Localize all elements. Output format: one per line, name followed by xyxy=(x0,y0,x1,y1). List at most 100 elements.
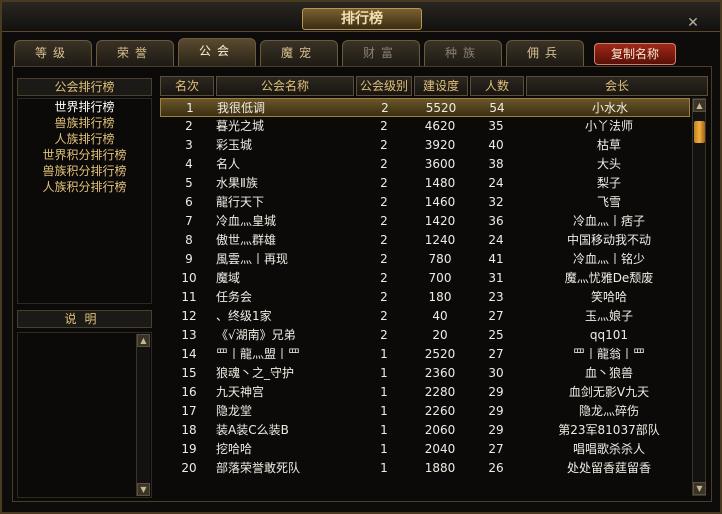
scroll-down-icon[interactable]: ▼ xyxy=(693,482,706,495)
table-row[interactable]: 13 《√湖南》兄弟 2 20 25 qq101 xyxy=(160,326,690,345)
build-cell: 2260 xyxy=(424,404,456,418)
table-row[interactable]: 2 暮光之城 2 4620 35 小丫法师 xyxy=(160,117,690,136)
leader-cell: 小水水 xyxy=(591,101,628,115)
leader-cell: qq101 xyxy=(589,328,629,342)
members-cell: 54 xyxy=(489,101,505,115)
sidebar-item-beast[interactable]: 兽族排行榜 xyxy=(18,115,151,131)
tab-pet[interactable]: 魔宠 xyxy=(260,40,338,66)
build-cell: 700 xyxy=(428,271,452,285)
table-row[interactable]: 14 罒丨龍灬盟丨罒 1 2520 27 罒丨龍翁丨罒 xyxy=(160,345,690,364)
table-row[interactable]: 8 傲世灬群雄 2 1240 24 中国移动我不动 xyxy=(160,231,690,250)
table-row[interactable]: 12 、终级1家 2 40 27 玉灬娘子 xyxy=(160,307,690,326)
guild-level-cell: 2 xyxy=(380,214,388,228)
tab-level[interactable]: 等级 xyxy=(14,40,92,66)
table-row[interactable]: 9 風雲灬丨再现 2 780 41 冷血灬丨铭少 xyxy=(160,250,690,269)
tab-honor[interactable]: 荣誉 xyxy=(96,40,174,66)
table-row[interactable]: 11 任务会 2 180 23 笑哈哈 xyxy=(160,288,690,307)
guild-name-cell: 罒丨龍灬盟丨罒 xyxy=(216,347,301,361)
leader-cell: 隐龙灬碎伤 xyxy=(578,404,639,418)
leader-cell: 第23军81037部队 xyxy=(558,423,660,437)
table-row[interactable]: 5 水果Ⅱ族 2 1480 24 梨子 xyxy=(160,174,690,193)
guild-level-cell: 2 xyxy=(380,328,388,342)
tab-guild[interactable]: 公会 xyxy=(178,38,256,66)
column-header-rank[interactable]: 名次 xyxy=(160,76,214,96)
members-cell: 38 xyxy=(488,157,504,171)
guild-level-cell: 2 xyxy=(380,271,388,285)
guild-name-cell: 、终级1家 xyxy=(216,309,272,323)
guild-name-cell: 挖哈哈 xyxy=(216,442,253,456)
sidebar-item-human-points[interactable]: 人族积分排行榜 xyxy=(18,179,151,195)
table-row[interactable]: 20 部落荣誉敢死队 1 1880 26 处处留香莛留香 xyxy=(160,459,690,478)
rank-cell: 11 xyxy=(181,290,197,304)
guild-name-cell: 名人 xyxy=(216,157,241,171)
scroll-down-icon[interactable]: ▼ xyxy=(137,483,150,496)
build-cell: 1420 xyxy=(424,214,456,228)
leader-cell: 魔灬忧雅De颓废 xyxy=(564,271,654,285)
table-row[interactable]: 3 彩玉城 2 3920 40 枯草 xyxy=(160,136,690,155)
ranking-type-list: 世界排行榜 兽族排行榜 人族排行榜 世界积分排行榜 兽族积分排行榜 人族积分排行… xyxy=(17,98,152,304)
leader-cell: 冷血灬丨痞子 xyxy=(572,214,645,228)
sidebar-item-beast-points[interactable]: 兽族积分排行榜 xyxy=(18,163,151,179)
build-cell: 4620 xyxy=(424,119,456,133)
scroll-up-icon[interactable]: ▲ xyxy=(137,334,150,347)
guild-level-cell: 1 xyxy=(380,366,388,380)
column-header-leader[interactable]: 会长 xyxy=(526,76,708,96)
rank-cell: 5 xyxy=(185,176,193,190)
table-row[interactable]: 6 龍行天下 2 1460 32 飞雪 xyxy=(160,193,690,212)
leader-cell: 中国移动我不动 xyxy=(566,233,651,247)
guild-level-cell: 1 xyxy=(380,442,388,456)
table-row[interactable]: 7 冷血灬皇城 2 1420 36 冷血灬丨痞子 xyxy=(160,212,690,231)
guild-name-cell: 装A装C么装B xyxy=(216,423,289,437)
build-cell: 2520 xyxy=(424,347,456,361)
table-scrollbar[interactable]: ▲ ▼ xyxy=(692,98,706,496)
leader-cell: 血剑无影V九天 xyxy=(568,385,650,399)
column-header-guild-level[interactable]: 公会级别 xyxy=(356,76,412,96)
table-row[interactable]: 19 挖哈哈 1 2040 27 唱唱歌杀杀人 xyxy=(160,440,690,459)
copy-name-button[interactable]: 复制名称 xyxy=(594,43,676,65)
close-icon[interactable]: ✕ xyxy=(686,16,700,30)
rank-cell: 4 xyxy=(185,157,193,171)
column-header-members[interactable]: 人数 xyxy=(470,76,524,96)
column-header-guild-name[interactable]: 公会名称 xyxy=(216,76,354,96)
build-cell: 3600 xyxy=(424,157,456,171)
leader-cell: 大头 xyxy=(596,157,621,171)
guild-name-cell: 風雲灬丨再现 xyxy=(216,252,289,266)
table-row[interactable]: 17 隐龙堂 1 2260 29 隐龙灬碎伤 xyxy=(160,402,690,421)
leader-cell: 唱唱歌杀杀人 xyxy=(572,442,645,456)
guild-name-cell: 狼魂丶之_守护 xyxy=(216,366,295,380)
rank-cell: 10 xyxy=(181,271,197,285)
members-cell: 27 xyxy=(488,347,504,361)
column-header-build[interactable]: 建设度 xyxy=(414,76,468,96)
scroll-thumb[interactable] xyxy=(694,121,705,143)
description-scrollbar[interactable]: ▲ ▼ xyxy=(136,334,150,496)
scroll-up-icon[interactable]: ▲ xyxy=(693,99,706,112)
sidebar-item-human[interactable]: 人族排行榜 xyxy=(18,131,151,147)
guild-name-cell: 冷血灬皇城 xyxy=(216,214,277,228)
table-row[interactable]: 18 装A装C么装B 1 2060 29 第23军81037部队 xyxy=(160,421,690,440)
rank-cell: 6 xyxy=(185,195,193,209)
build-cell: 2360 xyxy=(424,366,456,380)
rank-cell: 12 xyxy=(181,309,197,323)
members-cell: 36 xyxy=(488,214,504,228)
members-cell: 32 xyxy=(488,195,504,209)
rank-cell: 19 xyxy=(181,442,197,456)
table-row[interactable]: 16 九天神宫 1 2280 29 血剑无影V九天 xyxy=(160,383,690,402)
title-bar: 排行榜 ✕ xyxy=(2,2,720,32)
build-cell: 2060 xyxy=(424,423,456,437)
rank-cell: 16 xyxy=(181,385,197,399)
build-cell: 1880 xyxy=(424,461,456,475)
table-row[interactable]: 15 狼魂丶之_守护 1 2360 30 血丶狼兽 xyxy=(160,364,690,383)
guild-level-cell: 2 xyxy=(380,252,388,266)
tab-wealth[interactable]: 财富 xyxy=(342,40,420,66)
guild-level-cell: 2 xyxy=(380,290,388,304)
guild-level-cell: 2 xyxy=(380,233,388,247)
members-cell: 29 xyxy=(488,385,504,399)
guild-name-cell: 隐龙堂 xyxy=(216,404,253,418)
sidebar-item-world-points[interactable]: 世界积分排行榜 xyxy=(18,147,151,163)
table-row[interactable]: 1 我很低调 2 5520 54 小水水 xyxy=(160,98,690,117)
tab-race[interactable]: 种族 xyxy=(424,40,502,66)
table-row[interactable]: 10 魔域 2 700 31 魔灬忧雅De颓废 xyxy=(160,269,690,288)
tab-mercenary[interactable]: 佣兵 xyxy=(506,40,584,66)
table-row[interactable]: 4 名人 2 3600 38 大头 xyxy=(160,155,690,174)
sidebar-item-world[interactable]: 世界排行榜 xyxy=(18,99,151,115)
